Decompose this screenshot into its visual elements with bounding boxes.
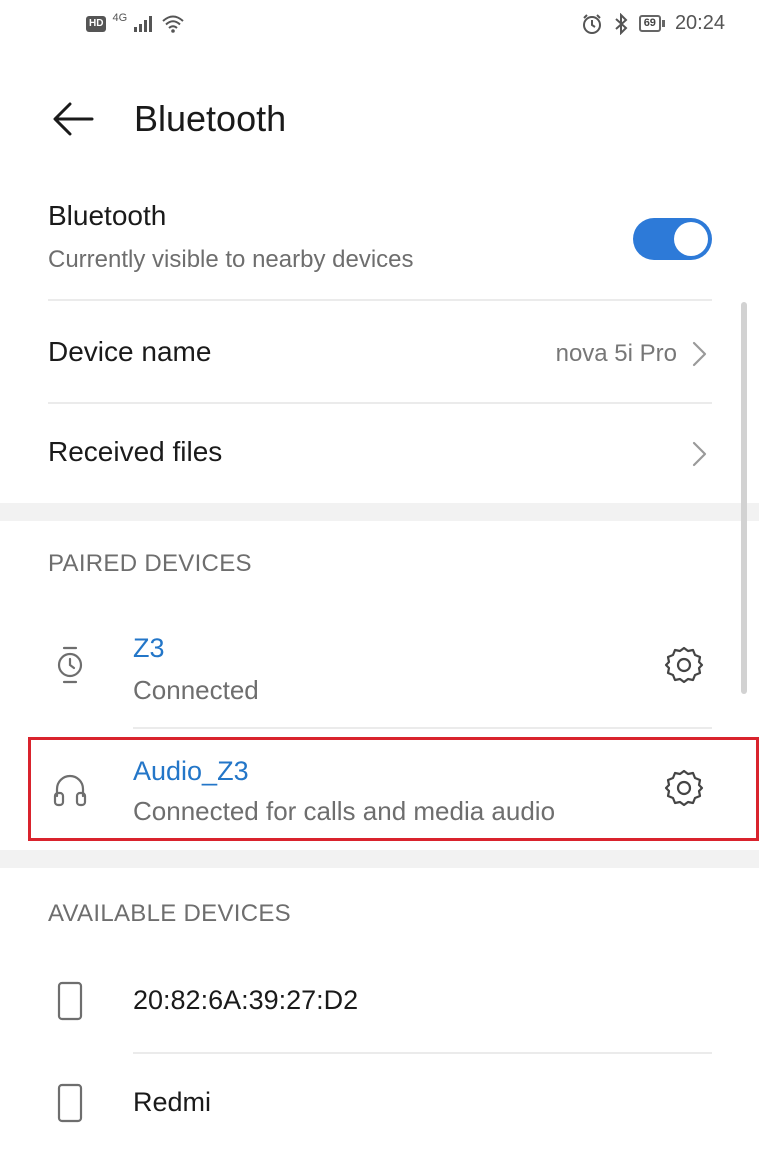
clock: 20:24: [674, 12, 725, 34]
device-status: Connected: [133, 675, 259, 705]
wifi-icon: [162, 15, 184, 33]
device-name: Z3: [133, 633, 165, 663]
paired-device-z3[interactable]: Z3 Connected: [0, 615, 759, 727]
hd-badge: HD: [86, 16, 107, 32]
phone-icon: [57, 1083, 83, 1123]
section-separator: [0, 503, 759, 521]
scrollbar[interactable]: [741, 302, 747, 694]
available-devices-heading: AVAILABLE DEVICES: [48, 900, 291, 927]
status-bar: HD 4G 69 20:24: [0, 0, 759, 58]
device-name-label: Device name: [48, 336, 212, 367]
app-header: Bluetooth: [0, 80, 759, 156]
back-arrow-icon: [53, 102, 94, 136]
available-device-row[interactable]: Redmi: [0, 1055, 759, 1149]
phone-icon: [57, 981, 83, 1021]
bluetooth-settings-screen: HD 4G 69 20:24 Bluetooth Bluetooth Curre…: [0, 0, 759, 1149]
status-bar-right: 69 20:24: [581, 12, 725, 35]
device-name: 20:82:6A:39:27:D2: [133, 985, 359, 1015]
status-bar-left: HD 4G: [86, 12, 185, 34]
divider: [48, 299, 712, 301]
alarm-icon: [582, 13, 601, 34]
section-separator: [0, 850, 759, 868]
visibility-status-text: Currently visible to nearby devices: [48, 246, 414, 273]
divider: [133, 727, 712, 729]
chevron-right-icon: [692, 441, 707, 467]
battery-icon: 69: [638, 15, 665, 32]
bluetooth-toggle-label: Bluetooth: [48, 200, 167, 231]
page-title: Bluetooth: [134, 98, 287, 139]
signal-icon: [134, 16, 153, 32]
device-name-value: nova 5i Pro: [555, 340, 677, 367]
watch-icon: [57, 646, 83, 684]
battery-level: 69: [638, 15, 661, 32]
back-button[interactable]: [48, 94, 98, 144]
divider: [133, 1052, 712, 1054]
bluetooth-switch[interactable]: [633, 218, 712, 260]
settings-gear-icon[interactable]: [664, 645, 704, 685]
device-name: Redmi: [133, 1087, 212, 1117]
received-files-label: Received files: [48, 436, 223, 467]
bluetooth-status-icon: [615, 12, 628, 35]
received-files-row[interactable]: Received files: [0, 404, 759, 504]
highlight-box: [28, 737, 759, 841]
paired-devices-heading: PAIRED DEVICES: [48, 550, 252, 577]
available-device-row[interactable]: 20:82:6A:39:27:D2: [0, 955, 759, 1050]
network-type-label: 4G: [112, 12, 128, 24]
chevron-right-icon: [692, 341, 707, 367]
switch-knob: [674, 222, 708, 256]
device-name-row[interactable]: Device name nova 5i Pro: [0, 302, 759, 402]
